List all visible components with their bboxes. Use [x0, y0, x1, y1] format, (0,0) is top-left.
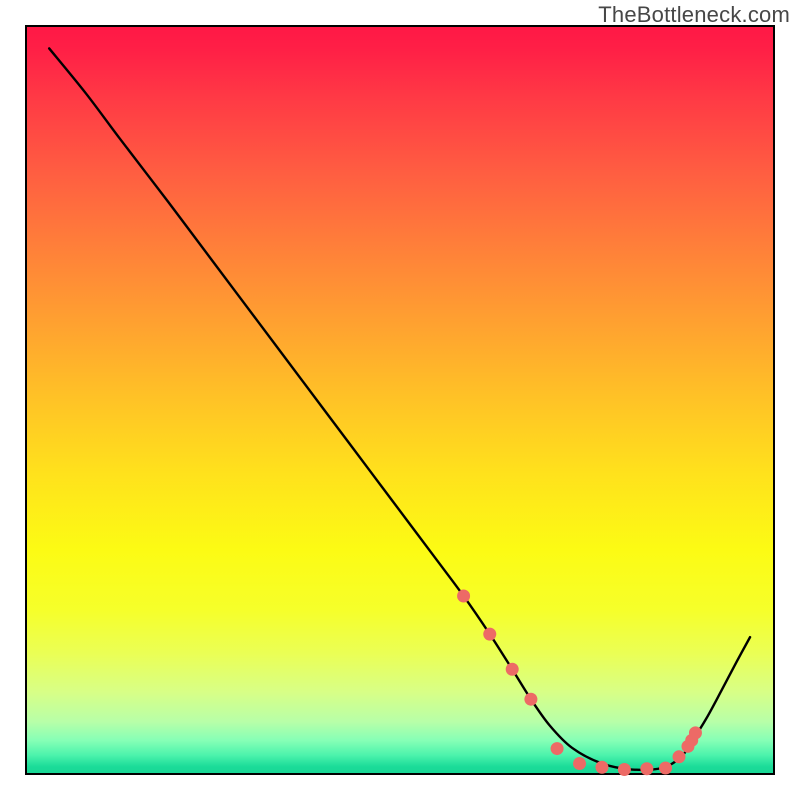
watermark-label: TheBottleneck.com	[598, 2, 790, 28]
marker-dot	[595, 761, 608, 774]
marker-dot	[573, 757, 586, 770]
chart-container: TheBottleneck.com	[0, 0, 800, 800]
marker-dot	[506, 663, 519, 676]
plot-background	[26, 26, 774, 774]
marker-dot	[483, 628, 496, 641]
marker-dot	[551, 742, 564, 755]
marker-dot	[640, 762, 653, 775]
marker-dot	[618, 763, 631, 776]
marker-dot	[659, 762, 672, 775]
marker-dot	[457, 589, 470, 602]
marker-dot	[689, 726, 702, 739]
marker-dot	[673, 750, 686, 763]
bottleneck-chart	[0, 0, 800, 800]
marker-dot	[524, 693, 537, 706]
